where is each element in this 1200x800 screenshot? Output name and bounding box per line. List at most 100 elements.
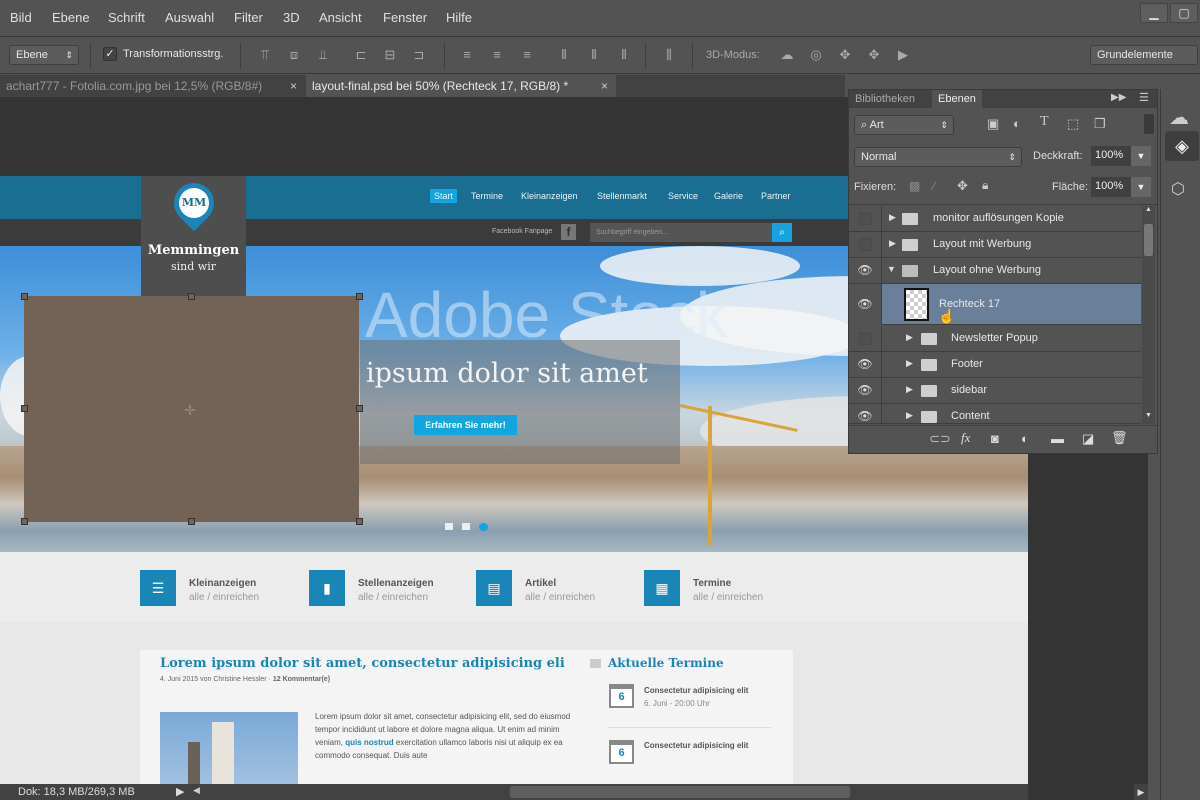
expand-arrow-icon[interactable]: ▶ — [906, 332, 913, 343]
auto-align-icon[interactable]: ⫼ — [660, 47, 678, 63]
distribute-left-icon[interactable]: ⫴ — [555, 47, 573, 63]
collapse-panel-icon[interactable]: ▶▶ — [1111, 92, 1126, 103]
align-hcenter-icon[interactable]: ⊟ — [381, 47, 399, 63]
layer-filter-dropdown[interactable]: ⌕ Art ⇕ — [854, 115, 954, 135]
align-right-icon[interactable]: ⊐ — [410, 47, 428, 63]
distribute-right-icon[interactable]: ⫴ — [615, 47, 633, 63]
lock-transparency-icon[interactable]: ▩ — [909, 179, 920, 193]
collapse-arrow-icon[interactable]: ▼ — [887, 264, 896, 274]
fill-dropdown-icon[interactable]: ▼ — [1131, 177, 1151, 197]
scroll-down-icon[interactable]: ▼ — [1145, 412, 1152, 419]
filter-smartobject-icon[interactable]: ❐ — [1094, 116, 1106, 132]
3d-slide-icon[interactable]: ✥ — [865, 47, 883, 63]
creative-cloud-icon[interactable]: ☁ — [1169, 105, 1189, 130]
transform-handle[interactable] — [188, 518, 195, 525]
panel-menu-icon[interactable]: ☰ — [1139, 91, 1149, 104]
visibility-toggle[interactable]: 👁︎ — [849, 404, 882, 423]
align-bottom-icon[interactable]: ⫫ — [314, 47, 332, 63]
expand-arrow-icon[interactable]: ▶ — [889, 238, 896, 249]
layers-icon[interactable]: ◈ — [1165, 131, 1199, 161]
align-left-icon[interactable]: ⊏ — [352, 47, 370, 63]
visibility-toggle[interactable] — [849, 232, 882, 257]
menu-ebene[interactable]: Ebene — [52, 10, 90, 25]
filter-type-icon[interactable]: T — [1040, 114, 1049, 130]
expand-arrow-icon[interactable]: ▶ — [906, 358, 913, 369]
new-group-icon[interactable]: ▬ — [1051, 431, 1064, 446]
filter-toggle[interactable] — [1144, 114, 1154, 134]
transform-handle[interactable] — [356, 518, 363, 525]
visibility-toggle[interactable]: 👁︎ — [849, 284, 882, 325]
filter-pixel-icon[interactable]: ▣ — [987, 116, 999, 132]
lock-position-icon[interactable]: ✥ — [957, 178, 968, 194]
layer-row-selected[interactable]: 👁︎ Rechteck 17 ☝ — [849, 284, 1141, 325]
visibility-toggle[interactable]: 👁︎ — [849, 258, 882, 283]
fill-input[interactable]: 100% — [1091, 177, 1131, 197]
visibility-toggle[interactable]: 👁︎ — [849, 352, 882, 377]
distribute-top-icon[interactable]: ≡ — [458, 47, 476, 63]
menu-auswahl[interactable]: Auswahl — [165, 10, 214, 25]
distribute-hcenter-icon[interactable]: ⫴ — [585, 47, 603, 63]
layer-row[interactable]: ▶ Newsletter Popup — [849, 326, 1141, 352]
transform-handle[interactable] — [21, 405, 28, 412]
layer-row[interactable]: 👁︎ ▶ Footer — [849, 352, 1141, 378]
transform-handle[interactable] — [188, 293, 195, 300]
scrollbar-thumb[interactable] — [1144, 224, 1153, 256]
opacity-dropdown-icon[interactable]: ▼ — [1131, 146, 1151, 166]
tab-bibliotheken[interactable]: Bibliotheken — [849, 90, 921, 108]
menu-fenster[interactable]: Fenster — [383, 10, 427, 25]
fx-icon[interactable]: fx — [961, 430, 970, 446]
menu-ansicht[interactable]: Ansicht — [319, 10, 362, 25]
close-icon[interactable]: × — [290, 75, 297, 97]
expand-arrow-icon[interactable]: ▶ — [889, 212, 896, 223]
lock-all-icon[interactable]: 🔒︎ — [982, 178, 988, 193]
filter-adjustment-icon[interactable]: ◐ — [1013, 116, 1021, 131]
3d-roll-icon[interactable]: ◎ — [807, 47, 825, 63]
close-icon[interactable]: × — [601, 75, 608, 97]
layer-mask-icon[interactable]: ◙ — [991, 431, 999, 446]
transform-handle[interactable] — [21, 518, 28, 525]
layer-row[interactable]: 👁︎ ▼ Layout ohne Werbung — [849, 258, 1141, 284]
transform-handle[interactable] — [356, 405, 363, 412]
tab-layout-final[interactable]: layout-final.psd bei 50% (Rechteck 17, R… — [306, 75, 616, 97]
transform-handle[interactable] — [356, 293, 363, 300]
visibility-toggle[interactable] — [849, 326, 882, 351]
layer-row[interactable]: 👁︎ ▶ Content — [849, 404, 1141, 424]
layer-row[interactable]: 👁︎ ▶ sidebar — [849, 378, 1141, 404]
rechteck-17-shape[interactable]: ✛ — [24, 296, 359, 522]
align-top-icon[interactable]: ⫪ — [256, 47, 274, 63]
scroll-left-icon[interactable]: ◀ — [193, 785, 200, 796]
distribute-bottom-icon[interactable]: ≡ — [518, 47, 536, 63]
link-layers-icon[interactable]: ⊂⊃ — [929, 431, 951, 447]
menu-hilfe[interactable]: Hilfe — [446, 10, 472, 25]
3d-orbit-icon[interactable]: ☁ — [778, 47, 796, 63]
auto-select-dropdown[interactable]: Ebene ⇕ — [9, 45, 79, 65]
layer-row[interactable]: ▶ Layout mit Werbung — [849, 232, 1141, 258]
3d-scale-icon[interactable]: ▶ — [894, 47, 912, 63]
blend-mode-dropdown[interactable]: Normal ⇕ — [854, 147, 1022, 167]
layer-row[interactable]: ▶ monitor auflösungen Kopie — [849, 206, 1141, 232]
expand-arrow-icon[interactable]: ▶ — [906, 384, 913, 395]
transform-controls-checkbox[interactable]: ✓ — [103, 47, 117, 61]
tab-ebenen[interactable]: Ebenen — [932, 90, 982, 108]
scroll-up-icon[interactable]: ▲ — [1145, 206, 1152, 213]
transform-handle[interactable] — [21, 293, 28, 300]
filter-shape-icon[interactable]: ⬚ — [1067, 116, 1079, 132]
layers-scrollbar[interactable]: ▲ ▼ — [1142, 206, 1155, 424]
visibility-toggle[interactable]: 👁︎ — [849, 378, 882, 403]
scroll-right-icon[interactable]: ▶ — [1134, 784, 1148, 800]
lock-pixels-icon[interactable]: ⁄ — [933, 179, 935, 193]
distribute-vcenter-icon[interactable]: ≡ — [488, 47, 506, 63]
expand-arrow-icon[interactable]: ▶ — [906, 410, 913, 421]
status-menu-arrow-icon[interactable]: ▶ — [176, 785, 184, 798]
horizontal-scrollbar-thumb[interactable] — [510, 786, 850, 798]
menu-filter[interactable]: Filter — [234, 10, 263, 25]
tab-fotolia[interactable]: achart777 - Fotolia.com.jpg bei 12,5% (R… — [0, 75, 305, 97]
opacity-input[interactable]: 100% — [1091, 146, 1131, 166]
minimize-button[interactable]: ▁ — [1140, 3, 1168, 23]
visibility-toggle[interactable] — [849, 206, 882, 231]
maximize-button[interactable]: ▢ — [1170, 3, 1198, 23]
3d-pan-icon[interactable]: ✥ — [836, 47, 854, 63]
delete-layer-icon[interactable]: 🗑︎ — [1111, 430, 1128, 446]
align-vcenter-icon[interactable]: ⧈ — [285, 47, 303, 63]
menu-bild[interactable]: Bild — [10, 10, 32, 25]
